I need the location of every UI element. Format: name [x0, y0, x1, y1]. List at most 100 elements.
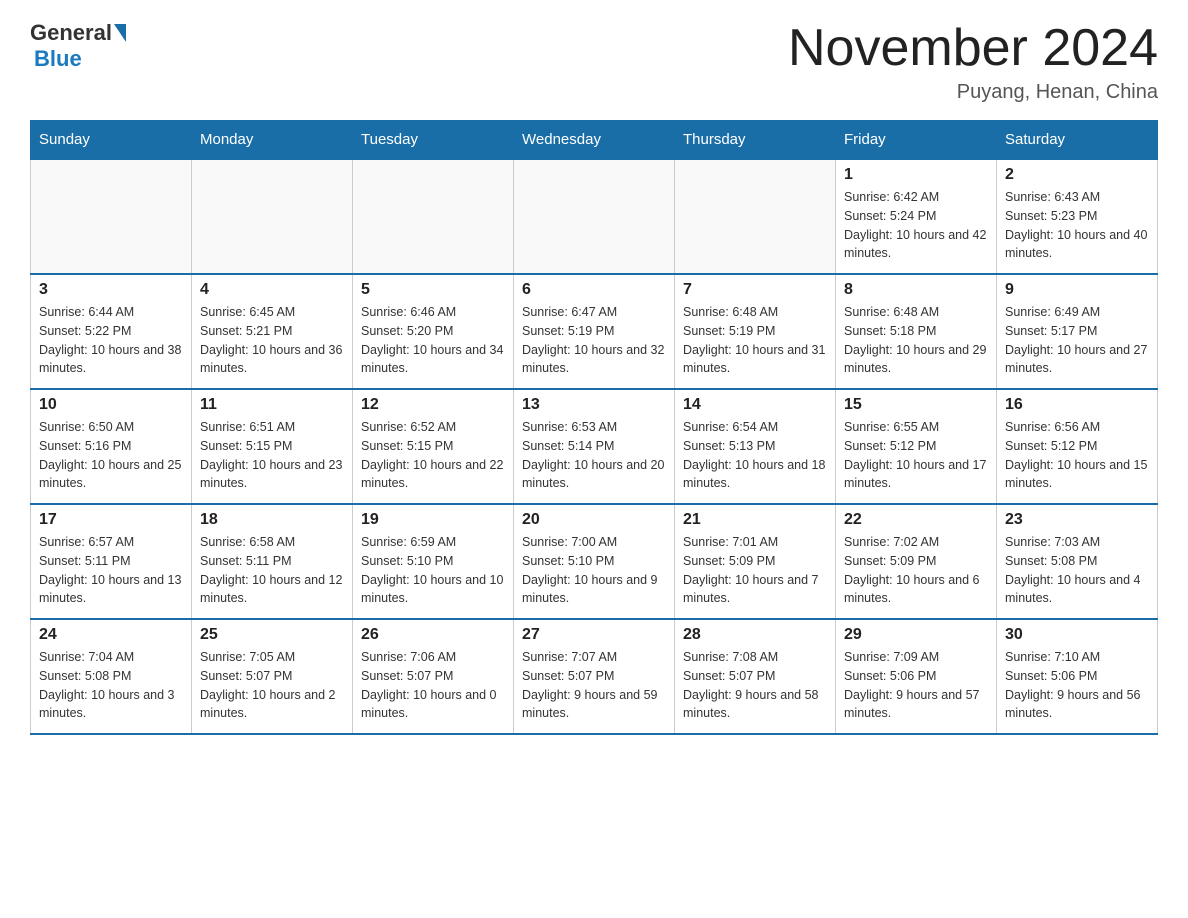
- day-info: Sunrise: 6:54 AM Sunset: 5:13 PM Dayligh…: [683, 418, 827, 493]
- logo: General Blue: [30, 20, 128, 72]
- calendar-week-row: 24 Sunrise: 7:04 AM Sunset: 5:08 PM Dayli…: [31, 619, 1158, 734]
- logo-general-text: General: [30, 20, 112, 46]
- day-number: 24: [39, 626, 183, 644]
- day-number: 10: [39, 396, 183, 414]
- calendar-week-row: 17 Sunrise: 6:57 AM Sunset: 5:11 PM Dayli…: [31, 504, 1158, 619]
- calendar-day-cell: [31, 159, 192, 274]
- calendar-day-cell: 29 Sunrise: 7:09 AM Sunset: 5:06 PM Dayli…: [836, 619, 997, 734]
- calendar-day-cell: 16 Sunrise: 6:56 AM Sunset: 5:12 PM Dayli…: [997, 389, 1158, 504]
- day-info: Sunrise: 6:59 AM Sunset: 5:10 PM Dayligh…: [361, 533, 505, 608]
- day-info: Sunrise: 7:09 AM Sunset: 5:06 PM Dayligh…: [844, 648, 988, 723]
- calendar-day-cell: 24 Sunrise: 7:04 AM Sunset: 5:08 PM Dayli…: [31, 619, 192, 734]
- calendar-day-cell: [192, 159, 353, 274]
- day-number: 27: [522, 626, 666, 644]
- calendar-week-row: 1Sunrise: 6:42 AM Sunset: 5:24 PM Daylig…: [31, 159, 1158, 274]
- calendar-day-cell: 28 Sunrise: 7:08 AM Sunset: 5:07 PM Dayli…: [675, 619, 836, 734]
- day-number: 8: [844, 281, 988, 299]
- day-of-week-header: Tuesday: [353, 121, 514, 160]
- calendar-table: SundayMondayTuesdayWednesdayThursdayFrid…: [30, 120, 1158, 735]
- day-info: Sunrise: 6:47 AM Sunset: 5:19 PM Dayligh…: [522, 303, 666, 378]
- calendar-day-cell: 7 Sunrise: 6:48 AM Sunset: 5:19 PM Daylig…: [675, 274, 836, 389]
- day-number: 23: [1005, 511, 1149, 529]
- day-info: Sunrise: 6:44 AM Sunset: 5:22 PM Dayligh…: [39, 303, 183, 378]
- day-number: 20: [522, 511, 666, 529]
- day-info: Sunrise: 6:52 AM Sunset: 5:15 PM Dayligh…: [361, 418, 505, 493]
- day-number: 1: [844, 166, 988, 184]
- day-info: Sunrise: 7:10 AM Sunset: 5:06 PM Dayligh…: [1005, 648, 1149, 723]
- calendar-day-cell: 15 Sunrise: 6:55 AM Sunset: 5:12 PM Dayli…: [836, 389, 997, 504]
- day-of-week-header: Saturday: [997, 121, 1158, 160]
- calendar-day-cell: 8 Sunrise: 6:48 AM Sunset: 5:18 PM Daylig…: [836, 274, 997, 389]
- day-number: 21: [683, 511, 827, 529]
- calendar-day-cell: 2 Sunrise: 6:43 AM Sunset: 5:23 PM Daylig…: [997, 159, 1158, 274]
- day-info: Sunrise: 7:03 AM Sunset: 5:08 PM Dayligh…: [1005, 533, 1149, 608]
- calendar-day-cell: 9 Sunrise: 6:49 AM Sunset: 5:17 PM Daylig…: [997, 274, 1158, 389]
- calendar-day-cell: 10 Sunrise: 6:50 AM Sunset: 5:16 PM Dayli…: [31, 389, 192, 504]
- calendar-day-cell: 1Sunrise: 6:42 AM Sunset: 5:24 PM Daylig…: [836, 159, 997, 274]
- day-info: Sunrise: 6:56 AM Sunset: 5:12 PM Dayligh…: [1005, 418, 1149, 493]
- calendar-day-cell: 21 Sunrise: 7:01 AM Sunset: 5:09 PM Dayli…: [675, 504, 836, 619]
- calendar-day-cell: 25Sunrise: 7:05 AM Sunset: 5:07 PM Dayli…: [192, 619, 353, 734]
- title-block: November 2024 Puyang, Henan, China: [788, 20, 1158, 104]
- day-info: Sunrise: 7:07 AM Sunset: 5:07 PM Dayligh…: [522, 648, 666, 723]
- day-info: Sunrise: 6:49 AM Sunset: 5:17 PM Dayligh…: [1005, 303, 1149, 378]
- day-number: 7: [683, 281, 827, 299]
- day-number: 2: [1005, 166, 1149, 184]
- day-number: 25: [200, 626, 344, 644]
- calendar-day-cell: [353, 159, 514, 274]
- calendar-day-cell: 12 Sunrise: 6:52 AM Sunset: 5:15 PM Dayli…: [353, 389, 514, 504]
- day-info: Sunrise: 6:53 AM Sunset: 5:14 PM Dayligh…: [522, 418, 666, 493]
- day-number: 11: [200, 396, 344, 414]
- day-number: 3: [39, 281, 183, 299]
- day-info: Sunrise: 6:48 AM Sunset: 5:18 PM Dayligh…: [844, 303, 988, 378]
- day-number: 17: [39, 511, 183, 529]
- day-info: Sunrise: 6:45 AM Sunset: 5:21 PM Dayligh…: [200, 303, 344, 378]
- logo-top: General: [30, 20, 128, 46]
- calendar-header-row: SundayMondayTuesdayWednesdayThursdayFrid…: [31, 121, 1158, 160]
- calendar-day-cell: 14Sunrise: 6:54 AM Sunset: 5:13 PM Dayli…: [675, 389, 836, 504]
- calendar-day-cell: 26Sunrise: 7:06 AM Sunset: 5:07 PM Dayli…: [353, 619, 514, 734]
- calendar-day-cell: 3 Sunrise: 6:44 AM Sunset: 5:22 PM Daylig…: [31, 274, 192, 389]
- calendar-day-cell: 30Sunrise: 7:10 AM Sunset: 5:06 PM Dayli…: [997, 619, 1158, 734]
- day-number: 22: [844, 511, 988, 529]
- day-info: Sunrise: 7:04 AM Sunset: 5:08 PM Dayligh…: [39, 648, 183, 723]
- calendar-week-row: 3 Sunrise: 6:44 AM Sunset: 5:22 PM Daylig…: [31, 274, 1158, 389]
- day-number: 4: [200, 281, 344, 299]
- calendar-day-cell: 22 Sunrise: 7:02 AM Sunset: 5:09 PM Dayli…: [836, 504, 997, 619]
- calendar-day-cell: 5Sunrise: 6:46 AM Sunset: 5:20 PM Daylig…: [353, 274, 514, 389]
- day-info: Sunrise: 6:55 AM Sunset: 5:12 PM Dayligh…: [844, 418, 988, 493]
- calendar-day-cell: [675, 159, 836, 274]
- day-number: 18: [200, 511, 344, 529]
- calendar-day-cell: 4 Sunrise: 6:45 AM Sunset: 5:21 PM Daylig…: [192, 274, 353, 389]
- day-info: Sunrise: 7:02 AM Sunset: 5:09 PM Dayligh…: [844, 533, 988, 608]
- day-info: Sunrise: 6:46 AM Sunset: 5:20 PM Dayligh…: [361, 303, 505, 378]
- calendar-week-row: 10 Sunrise: 6:50 AM Sunset: 5:16 PM Dayli…: [31, 389, 1158, 504]
- day-number: 28: [683, 626, 827, 644]
- calendar-day-cell: 6Sunrise: 6:47 AM Sunset: 5:19 PM Daylig…: [514, 274, 675, 389]
- calendar-day-cell: 17 Sunrise: 6:57 AM Sunset: 5:11 PM Dayli…: [31, 504, 192, 619]
- day-of-week-header: Wednesday: [514, 121, 675, 160]
- day-info: Sunrise: 6:48 AM Sunset: 5:19 PM Dayligh…: [683, 303, 827, 378]
- day-of-week-header: Thursday: [675, 121, 836, 160]
- day-info: Sunrise: 6:43 AM Sunset: 5:23 PM Dayligh…: [1005, 188, 1149, 263]
- day-info: Sunrise: 7:01 AM Sunset: 5:09 PM Dayligh…: [683, 533, 827, 608]
- day-info: Sunrise: 6:50 AM Sunset: 5:16 PM Dayligh…: [39, 418, 183, 493]
- day-info: Sunrise: 7:00 AM Sunset: 5:10 PM Dayligh…: [522, 533, 666, 608]
- calendar-day-cell: 13Sunrise: 6:53 AM Sunset: 5:14 PM Dayli…: [514, 389, 675, 504]
- calendar-day-cell: [514, 159, 675, 274]
- day-info: Sunrise: 6:57 AM Sunset: 5:11 PM Dayligh…: [39, 533, 183, 608]
- day-number: 16: [1005, 396, 1149, 414]
- day-number: 9: [1005, 281, 1149, 299]
- day-info: Sunrise: 6:58 AM Sunset: 5:11 PM Dayligh…: [200, 533, 344, 608]
- location-text: Puyang, Henan, China: [788, 81, 1158, 104]
- calendar-day-cell: 23 Sunrise: 7:03 AM Sunset: 5:08 PM Dayli…: [997, 504, 1158, 619]
- calendar-day-cell: 27 Sunrise: 7:07 AM Sunset: 5:07 PM Dayli…: [514, 619, 675, 734]
- day-info: Sunrise: 7:08 AM Sunset: 5:07 PM Dayligh…: [683, 648, 827, 723]
- day-number: 29: [844, 626, 988, 644]
- day-of-week-header: Friday: [836, 121, 997, 160]
- day-number: 19: [361, 511, 505, 529]
- day-number: 12: [361, 396, 505, 414]
- day-number: 15: [844, 396, 988, 414]
- day-info: Sunrise: 7:06 AM Sunset: 5:07 PM Dayligh…: [361, 648, 505, 723]
- calendar-day-cell: 11Sunrise: 6:51 AM Sunset: 5:15 PM Dayli…: [192, 389, 353, 504]
